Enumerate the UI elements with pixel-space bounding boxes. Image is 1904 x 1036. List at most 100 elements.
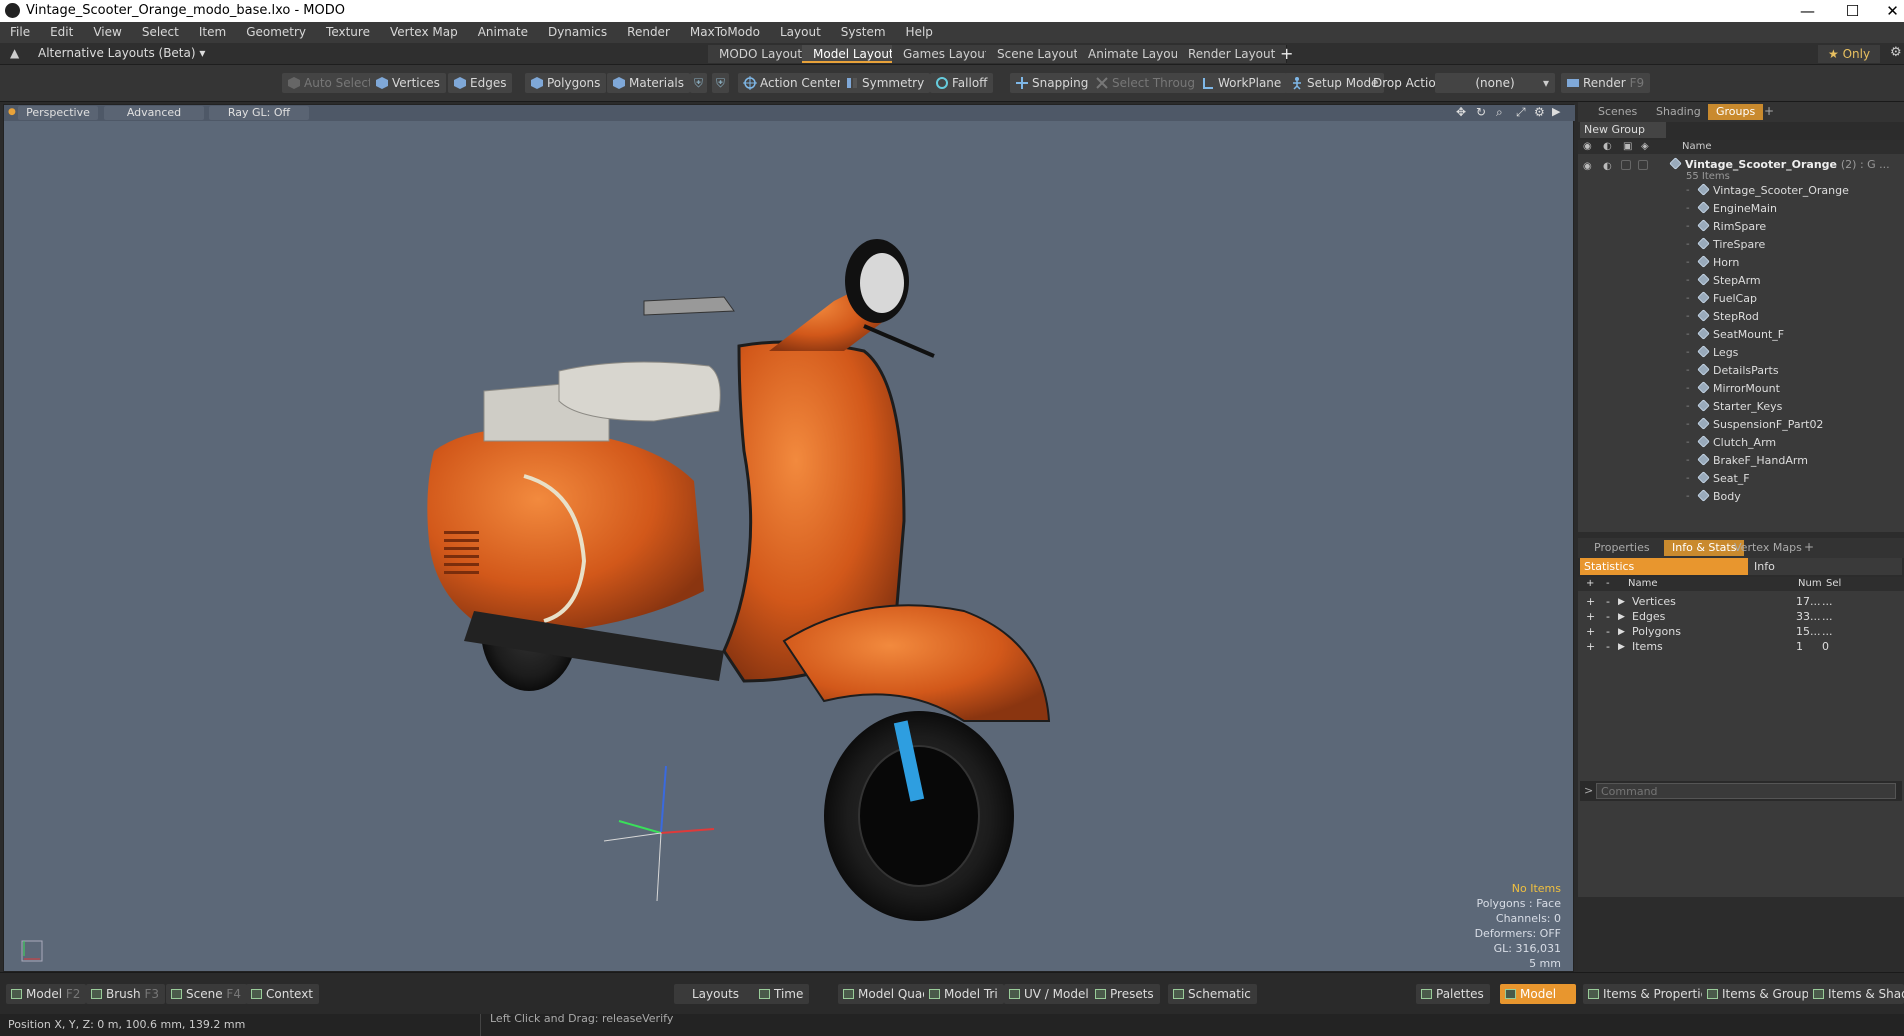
model-tab-button[interactable]: Model: [1500, 984, 1576, 1004]
command-input[interactable]: [1596, 783, 1896, 799]
expand-all-icon[interactable]: +: [1586, 577, 1594, 591]
only-toggle[interactable]: ★ Only: [1818, 45, 1881, 63]
model-tri-button[interactable]: Model Tri: [924, 984, 1004, 1004]
menu-select[interactable]: Select: [132, 22, 189, 43]
action-center-button[interactable]: Action Center: [738, 73, 848, 93]
group-item-row[interactable]: - BrakeF_HandArm: [1578, 452, 1904, 470]
pan-icon[interactable]: ✥: [1456, 105, 1466, 119]
menu-animate[interactable]: Animate: [468, 22, 538, 43]
menu-dynamics[interactable]: Dynamics: [538, 22, 617, 43]
menu-file[interactable]: File: [0, 22, 40, 43]
schematic-button[interactable]: Schematic: [1168, 984, 1257, 1004]
menu-system[interactable]: System: [831, 22, 896, 43]
layouts-button[interactable]: Layouts: [674, 984, 758, 1004]
advanced-dropdown[interactable]: Advanced: [104, 106, 204, 120]
scene-mode-button[interactable]: Scene F4: [166, 984, 247, 1004]
tab-properties[interactable]: Properties: [1586, 540, 1658, 556]
group-item-row[interactable]: - StepArm: [1578, 272, 1904, 290]
statistics-tab[interactable]: Statistics: [1580, 558, 1748, 575]
snapping-button[interactable]: Snapping: [1010, 73, 1095, 93]
new-group-button[interactable]: New Group: [1580, 122, 1666, 138]
select-mode-a-button[interactable]: ⛨: [690, 73, 708, 93]
tab-scene-layout[interactable]: Scene Layout: [986, 45, 1091, 63]
menu-edit[interactable]: Edit: [40, 22, 83, 43]
edges-button[interactable]: Edges: [448, 73, 513, 93]
layout-arrow-icon[interactable]: ▲: [10, 46, 19, 60]
triangle-right-icon[interactable]: ▶: [1618, 638, 1625, 656]
menu-maxtomodo[interactable]: MaxToModo: [680, 22, 770, 43]
rotate-icon[interactable]: ↻: [1476, 105, 1486, 119]
stats-row[interactable]: + - ▶ Items 1 0: [1578, 638, 1904, 656]
palettes-button[interactable]: Palettes: [1416, 984, 1490, 1004]
group-item-row[interactable]: - Clutch_Arm: [1578, 434, 1904, 452]
tab-groups[interactable]: Groups: [1708, 104, 1764, 120]
menu-geometry[interactable]: Geometry: [236, 22, 316, 43]
select-mode-b-button[interactable]: ⛨: [712, 73, 730, 93]
settings-gear-icon[interactable]: ⚙: [1890, 45, 1902, 60]
materials-button[interactable]: Materials: [607, 73, 691, 93]
context-button[interactable]: Context: [246, 984, 320, 1004]
tab-render-layout[interactable]: Render Layout: [1177, 45, 1288, 63]
viewport-settings-icon[interactable]: ⚙: [1534, 105, 1545, 119]
tab-vertex-maps[interactable]: Vertex Maps: [1726, 540, 1810, 556]
group-item-row[interactable]: - DetailsParts: [1578, 362, 1904, 380]
group-item-row[interactable]: - Body: [1578, 488, 1904, 506]
menu-item[interactable]: Item: [189, 22, 236, 43]
symmetry-button[interactable]: Symmetry: [840, 73, 931, 93]
menu-layout[interactable]: Layout: [770, 22, 831, 43]
menu-help[interactable]: Help: [896, 22, 943, 43]
scooter-model[interactable]: [4, 121, 1573, 971]
zoom-icon[interactable]: ⌕: [1496, 105, 1503, 120]
tab-model-layout[interactable]: Model Layout: [802, 45, 906, 63]
falloff-button[interactable]: Falloff: [930, 73, 994, 93]
time-button[interactable]: Time: [754, 984, 810, 1004]
setup-mode-button[interactable]: Setup Mode: [1285, 73, 1385, 93]
add-tab-button[interactable]: +: [1764, 104, 1774, 118]
presets-button[interactable]: Presets: [1090, 984, 1160, 1004]
maximize-button[interactable]: ☐: [1830, 1, 1875, 21]
group-item-row[interactable]: - RimSpare: [1578, 218, 1904, 236]
group-item-row[interactable]: - Seat_F: [1578, 470, 1904, 488]
group-item-row[interactable]: - Horn: [1578, 254, 1904, 272]
play-icon[interactable]: ▶: [1552, 105, 1560, 118]
group-item-row[interactable]: - FuelCap: [1578, 290, 1904, 308]
menu-view[interactable]: View: [83, 22, 131, 43]
group-item-row[interactable]: - SuspensionF_Part02: [1578, 416, 1904, 434]
alternative-layouts-dropdown[interactable]: Alternative Layouts (Beta) ▾: [38, 46, 205, 60]
drop-action-select[interactable]: (none) ▾: [1435, 73, 1555, 93]
render-toggle-icon[interactable]: ◐: [1603, 140, 1612, 154]
render-toggle-icon[interactable]: ◐: [1603, 158, 1612, 176]
group-item-row[interactable]: - MirrorMount: [1578, 380, 1904, 398]
visibility-eye-icon[interactable]: ◉: [1583, 140, 1592, 154]
select-toggle-icon[interactable]: ◈: [1641, 140, 1649, 154]
3d-viewport[interactable]: ● Perspective Advanced Ray GL: Off ✥ ↻ ⌕…: [3, 104, 1575, 972]
group-item-row[interactable]: - Starter_Keys: [1578, 398, 1904, 416]
items-shading-button[interactable]: Items & Shading: [1808, 984, 1904, 1004]
brush-mode-button[interactable]: Brush F3: [86, 984, 166, 1004]
group-item-row[interactable]: - SeatMount_F: [1578, 326, 1904, 344]
add-layout-button[interactable]: +: [1280, 44, 1293, 63]
menu-texture[interactable]: Texture: [316, 22, 380, 43]
auto-select-button[interactable]: Auto Select: [282, 73, 379, 93]
perspective-dropdown[interactable]: Perspective: [18, 106, 98, 120]
vertices-button[interactable]: Vertices: [370, 73, 446, 93]
collapse-all-icon[interactable]: -: [1606, 577, 1610, 591]
menu-render[interactable]: Render: [617, 22, 680, 43]
fit-icon[interactable]: ⤢: [1516, 105, 1526, 120]
group-item-row[interactable]: - StepRod: [1578, 308, 1904, 326]
model-mode-button[interactable]: Model F2: [6, 984, 87, 1004]
lock-checkbox[interactable]: [1621, 160, 1631, 170]
add-tab-button[interactable]: +: [1804, 540, 1814, 554]
items-properties-button[interactable]: Items & Properties: [1583, 984, 1721, 1004]
menu-vertex-map[interactable]: Vertex Map: [380, 22, 468, 43]
select-through-button[interactable]: Select Through: [1090, 73, 1209, 93]
tab-scenes[interactable]: Scenes: [1590, 104, 1645, 120]
workplane-button[interactable]: WorkPlane: [1196, 73, 1288, 93]
polygons-button[interactable]: Polygons: [525, 73, 607, 93]
close-button[interactable]: ✕: [1870, 1, 1904, 21]
render-button[interactable]: Render F9: [1561, 73, 1651, 93]
uv-model-button[interactable]: UV / Model: [1004, 984, 1095, 1004]
group-item-row[interactable]: - Vintage_Scooter_Orange: [1578, 182, 1904, 200]
info-tab[interactable]: Info: [1748, 558, 1902, 575]
visibility-eye-icon[interactable]: ◉: [1583, 158, 1592, 176]
